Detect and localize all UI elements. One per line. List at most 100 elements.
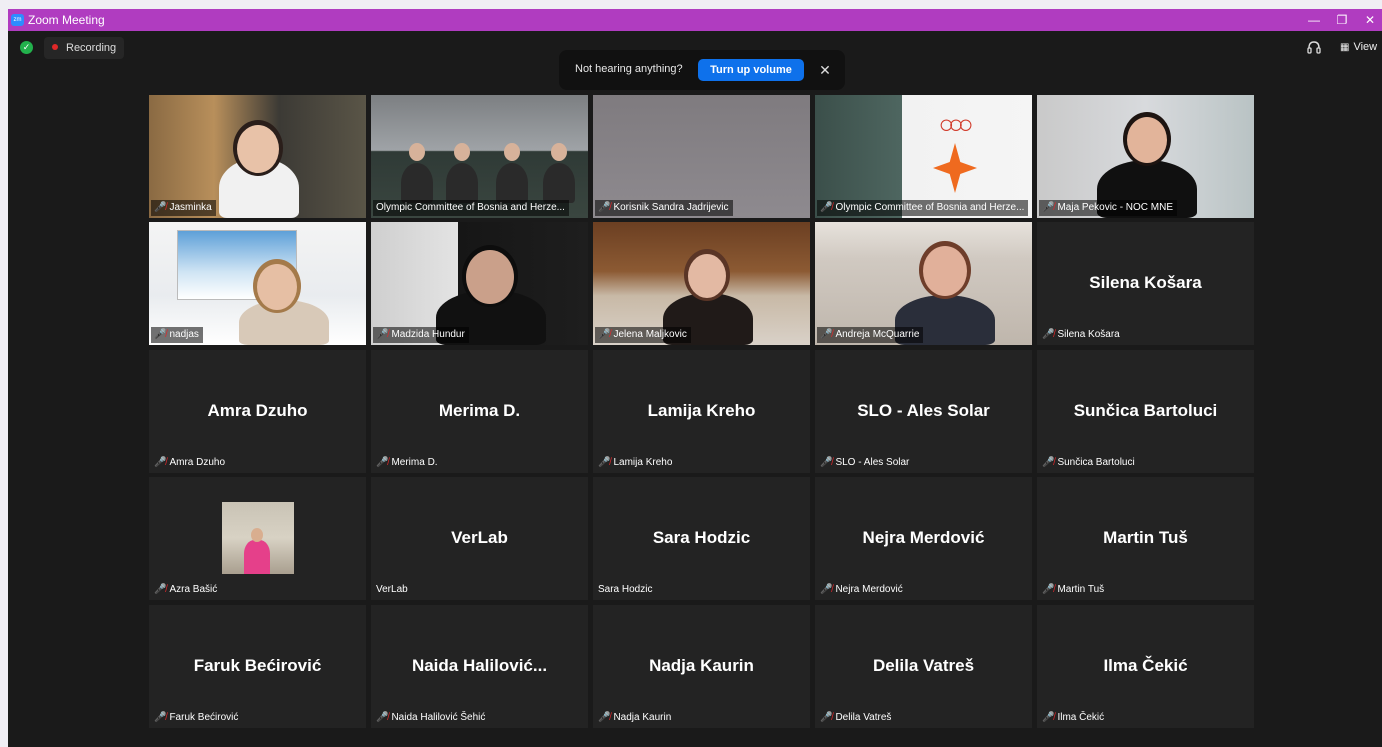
recording-indicator[interactable]: Recording	[44, 37, 125, 59]
participant-name-label: 🎤̸ Naida Halilović Šehić	[373, 710, 489, 726]
restore-button[interactable]: ❐	[1332, 11, 1352, 29]
security-shield-icon[interactable]: ✓	[20, 41, 33, 54]
participant-name: Naida Halilović Šehić	[391, 712, 486, 723]
person-figure	[401, 163, 433, 203]
mic-muted-icon: 🎤̸	[820, 457, 833, 468]
person-face	[466, 250, 514, 304]
person-face	[688, 254, 726, 298]
mic-muted-icon: 🎤̸	[1042, 329, 1055, 340]
participant-tile[interactable]: SLO - Ales Solar 🎤̸ SLO - Ales Solar	[815, 350, 1032, 473]
participant-tile[interactable]: Sara Hodzic Sara Hodzic	[593, 477, 810, 600]
mic-muted-icon: 🎤̸	[598, 202, 611, 213]
participant-name-label: 🎤̸ Jasminka	[151, 200, 216, 216]
mic-muted-icon: 🎤̸	[1042, 202, 1055, 213]
participant-tile[interactable]: 🎤̸ Maja Pekovic - NOC MNE	[1037, 95, 1254, 218]
participant-name: Nejra Merdović	[835, 584, 903, 595]
participant-name-label: 🎤̸ Andreja McQuarrie	[817, 327, 924, 343]
participant-name-label: Olympic Committee of Bosnia and Herze...	[373, 200, 569, 216]
grid-view-icon: ▦	[1340, 42, 1350, 53]
participant-name-label: VerLab	[373, 582, 412, 598]
participant-tile[interactable]: ○○○ 🎤̸ Olympic Committee of Bosnia and Her…	[815, 95, 1032, 218]
participant-name: Korisnik Sandra Jadrijevic	[613, 202, 729, 213]
participant-name-label: 🎤̸ Nejra Merdović	[817, 582, 907, 598]
mic-muted-icon: 🎤̸	[820, 584, 833, 595]
person-figure	[496, 163, 528, 203]
participant-tile[interactable]: Faruk Bećirović 🎤̸ Faruk Bećirović	[149, 605, 366, 728]
zoom-window: zm Zoom Meeting — ❐ ✕ ✓ Recording ▦ View …	[8, 9, 1382, 747]
audio-notification-banner: Not hearing anything? Turn up volume ✕	[559, 50, 845, 90]
participant-name-label: 🎤̸ SLO - Ales Solar	[817, 455, 913, 471]
person-head	[409, 143, 425, 161]
participant-display-name: VerLab	[451, 527, 508, 547]
participant-tile[interactable]: Merima D. 🎤̸ Merima D.	[371, 350, 588, 473]
participant-tile[interactable]: 🎤̸ Jasminka	[149, 95, 366, 218]
participant-name-label: 🎤̸ Martin Tuš	[1039, 582, 1108, 598]
participant-tile[interactable]: 🎤̸ Azra Bašić	[149, 477, 366, 600]
participant-tile[interactable]: Lamija Kreho 🎤̸ Lamija Kreho	[593, 350, 810, 473]
participant-name-label: 🎤̸ Olympic Committee of Bosnia and Herze.…	[817, 200, 1029, 216]
turn-up-volume-button[interactable]: Turn up volume	[698, 59, 804, 81]
participant-name: Olympic Committee of Bosnia and Herze...	[376, 202, 565, 213]
participant-tile[interactable]: Olympic Committee of Bosnia and Herze...	[371, 95, 588, 218]
participant-tile[interactable]: 🎤̸ Madzida Hundur	[371, 222, 588, 345]
participant-tile[interactable]: Naida Halilović... 🎤̸ Naida Halilović Šehi…	[371, 605, 588, 728]
participant-name-label: 🎤̸ Nadja Kaurin	[595, 710, 675, 726]
participant-tile[interactable]: Silena Košara 🎤̸ Silena Košara	[1037, 222, 1254, 345]
close-window-button[interactable]: ✕	[1360, 11, 1380, 29]
participant-display-name: Delila Vatreš	[872, 655, 975, 675]
mic-muted-icon: 🎤̸	[376, 712, 389, 723]
participant-tile[interactable]: VerLab VerLab	[371, 477, 588, 600]
title-bar[interactable]: zm Zoom Meeting — ❐ ✕	[8, 9, 1382, 31]
participant-tile[interactable]: Sunčica Bartoluci 🎤̸ Sunčica Bartoluci	[1037, 350, 1254, 473]
participant-tile[interactable]: 🎤̸ nadjas	[149, 222, 366, 345]
participant-tile[interactable]: 🎤̸ Andreja McQuarrie	[815, 222, 1032, 345]
mic-muted-icon: 🎤̸	[154, 457, 167, 468]
participant-name: Nadja Kaurin	[613, 712, 672, 723]
participant-tile[interactable]: Ilma Čekić 🎤̸ Ilma Čekić	[1037, 605, 1254, 728]
participant-name: Jelena Maljkovic	[613, 329, 687, 340]
participant-display-name: Ilma Čekić	[1103, 655, 1188, 675]
participant-tile[interactable]: Delila Vatreš 🎤̸ Delila Vatreš	[815, 605, 1032, 728]
participant-name: Lamija Kreho	[613, 457, 673, 468]
participant-tile[interactable]: Nadja Kaurin 🎤̸ Nadja Kaurin	[593, 605, 810, 728]
headset-icon[interactable]	[1306, 40, 1322, 56]
participant-display-name: Silena Košara	[1089, 272, 1202, 292]
view-button[interactable]: ▦ View	[1340, 41, 1377, 53]
minimize-button[interactable]: —	[1304, 11, 1324, 29]
participant-name: Azra Bašić	[169, 584, 218, 595]
mic-muted-icon: 🎤̸	[820, 202, 833, 213]
mic-muted-icon: 🎤̸	[1042, 457, 1055, 468]
participant-name: Silena Košara	[1057, 329, 1120, 340]
participant-name-label: 🎤̸ Jelena Maljkovic	[595, 327, 691, 343]
participant-display-name: Merima D.	[438, 400, 521, 420]
participant-name-label: 🎤̸ Amra Dzuho	[151, 455, 229, 471]
banner-close-icon[interactable]: ✕	[816, 60, 834, 80]
participant-tile[interactable]: Nejra Merdović 🎤̸ Nejra Merdović	[815, 477, 1032, 600]
participant-tile[interactable]: Martin Tuš 🎤̸ Martin Tuš	[1037, 477, 1254, 600]
recording-label: Recording	[66, 42, 117, 54]
participant-display-name: Nejra Merdović	[862, 527, 985, 547]
olympic-rings-logo: ○○○	[938, 109, 973, 139]
participant-name-label: 🎤̸ Lamija Kreho	[595, 455, 676, 471]
mic-muted-icon: 🎤̸	[1042, 584, 1055, 595]
person-head	[504, 143, 520, 161]
avatar-figure	[244, 540, 270, 574]
participant-name-label: 🎤̸ Delila Vatreš	[817, 710, 895, 726]
participant-display-name: Lamija Kreho	[647, 400, 756, 420]
participant-name: Ilma Čekić	[1057, 712, 1105, 723]
participant-name-label: 🎤̸ Azra Bašić	[151, 582, 221, 598]
participant-tile[interactable]: 🎤̸ Jelena Maljkovic	[593, 222, 810, 345]
window-title: Zoom Meeting	[28, 13, 105, 27]
mic-muted-icon: 🎤̸	[154, 202, 167, 213]
mic-muted-icon: 🎤̸	[1042, 712, 1055, 723]
participant-name: Olympic Committee of Bosnia and Herze...	[835, 202, 1025, 213]
participant-tile[interactable]: Amra Dzuho 🎤̸ Amra Dzuho	[149, 350, 366, 473]
participant-name-label: Sara Hodzic	[595, 582, 656, 598]
participant-name: Madzida Hundur	[391, 329, 465, 340]
participant-name: Jasminka	[169, 202, 212, 213]
person-figure	[543, 163, 575, 203]
participant-display-name: SLO - Ales Solar	[857, 400, 990, 420]
participant-name: Merima D.	[391, 457, 438, 468]
participant-tile[interactable]: 🎤̸ Korisnik Sandra Jadrijevic	[593, 95, 810, 218]
participant-name: Martin Tuš	[1057, 584, 1105, 595]
